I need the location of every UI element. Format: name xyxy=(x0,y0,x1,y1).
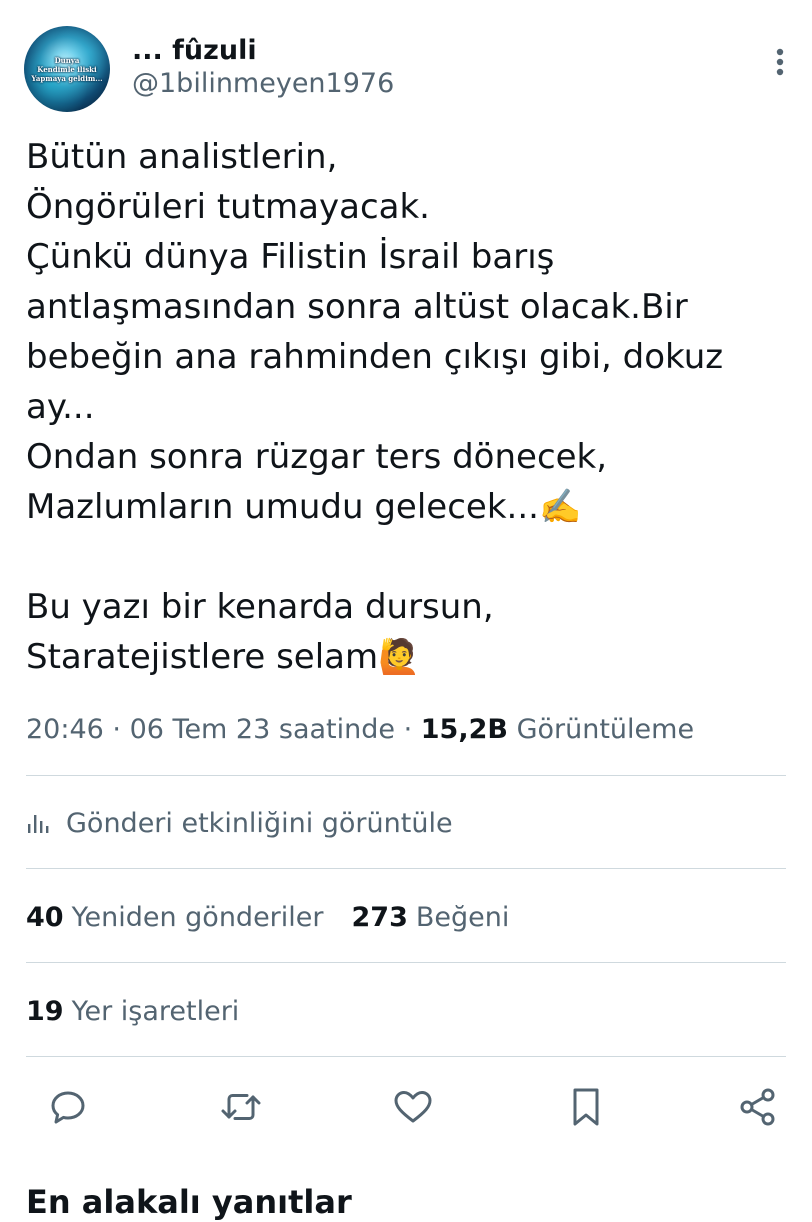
view-activity-label: Gönderi etkinliğini görüntüle xyxy=(66,808,453,839)
bookmarks-count: 19 xyxy=(26,996,64,1027)
repost-icon[interactable] xyxy=(217,1083,265,1131)
views-label: Görüntüleme xyxy=(516,714,695,745)
replies-heading: En alakalı yanıtlar xyxy=(26,1183,352,1221)
tweet-time[interactable]: 20:46 xyxy=(26,714,104,745)
more-vertical-icon xyxy=(776,48,784,76)
avatar[interactable]: Dunya Kendimle iliski Yapmaya geldim... xyxy=(24,26,110,112)
user-handle[interactable]: @1bilinmeyen1976 xyxy=(132,68,394,100)
bookmarks-label: Yer işaretleri xyxy=(71,996,240,1027)
tweet-date[interactable]: 06 Tem 23 saatinde xyxy=(130,714,395,745)
tweet-actions xyxy=(44,1082,782,1132)
meta-separator: · xyxy=(403,714,413,745)
avatar-caption: Dunya Kendimle iliski Yapmaya geldim... xyxy=(31,56,103,83)
tweet-header: Dunya Kendimle iliski Yapmaya geldim... … xyxy=(24,26,394,112)
divider xyxy=(26,775,786,776)
engagement-stats: 40 Yeniden gönderiler 273 Beğeni xyxy=(26,896,509,940)
bookmark-icon[interactable] xyxy=(562,1083,610,1131)
share-icon[interactable] xyxy=(734,1083,782,1131)
more-options-button[interactable] xyxy=(762,44,798,80)
meta-separator: · xyxy=(112,714,121,745)
likes-label: Beğeni xyxy=(415,902,510,933)
reposts-stat[interactable]: 40 Yeniden gönderiler xyxy=(26,896,324,940)
tweet-meta: 20:46 · 06 Tem 23 saatinde · 15,2B Görün… xyxy=(26,710,694,750)
divider xyxy=(26,962,786,963)
likes-stat[interactable]: 273 Beğeni xyxy=(352,896,510,940)
bookmarks-stat[interactable]: 19 Yer işaretleri xyxy=(26,990,239,1034)
bookmark-stats: 19 Yer işaretleri xyxy=(26,990,239,1034)
author-names: ... fûzuli @1bilinmeyen1976 xyxy=(132,35,394,100)
like-icon[interactable] xyxy=(389,1083,437,1131)
divider xyxy=(26,868,786,869)
analytics-icon xyxy=(26,809,56,839)
reposts-count: 40 xyxy=(26,902,64,933)
reposts-label: Yeniden gönderiler xyxy=(71,902,324,933)
display-name[interactable]: ... fûzuli xyxy=(132,34,394,68)
likes-count: 273 xyxy=(351,902,408,933)
views-count: 15,2B xyxy=(420,714,508,745)
tweet-text: Bütün analistlerin, Öngörüleri tutmayaca… xyxy=(26,137,724,677)
reply-icon[interactable] xyxy=(44,1083,92,1131)
view-activity-link[interactable]: Gönderi etkinliğini görüntüle xyxy=(26,802,453,846)
divider xyxy=(26,1056,786,1057)
